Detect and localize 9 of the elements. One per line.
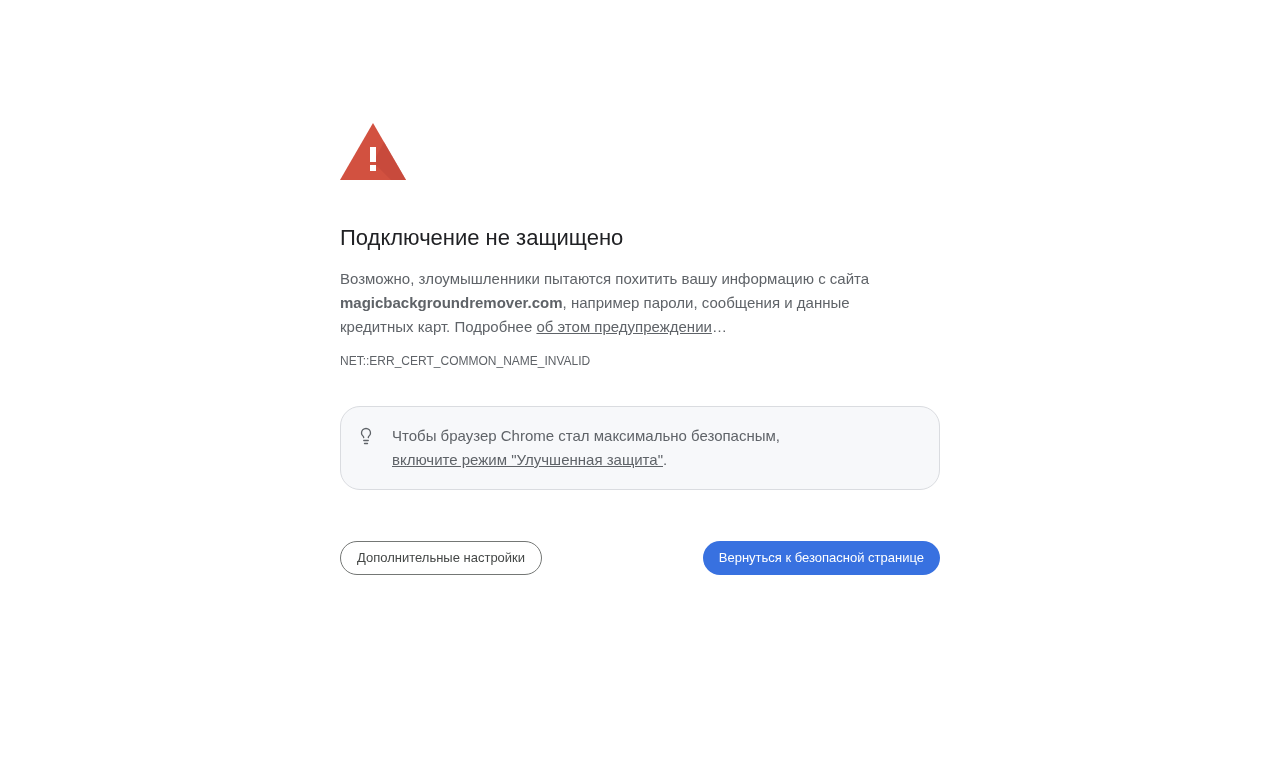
page-title: Подключение не защищено — [340, 224, 625, 252]
error-code: NET::ERR_CERT_COMMON_NAME_INVALID — [340, 353, 592, 369]
advanced-button[interactable]: Дополнительные настройки — [340, 541, 543, 575]
learn-more-link[interactable]: об этом предупреждении — [536, 318, 712, 335]
tip-text: Чтобы браузер Chrome стал максимально безопасным, включите режим "Улучшенная защита". — [392, 426, 781, 470]
back-to-safety-button[interactable]: Вернуться к безопасной странице — [702, 541, 940, 575]
warning-triangle-icon — [340, 123, 406, 180]
enhanced-protection-link[interactable]: включите режим "Улучшенная защита" — [392, 451, 663, 468]
warning-description: Возможно, злоумышленники пытаются похитить вашу информацию с сайта magicbackgroundremover.com, например пароли, сообщения и данные кредитных карт. Подробнее об этом предупреждении… — [340, 269, 871, 337]
